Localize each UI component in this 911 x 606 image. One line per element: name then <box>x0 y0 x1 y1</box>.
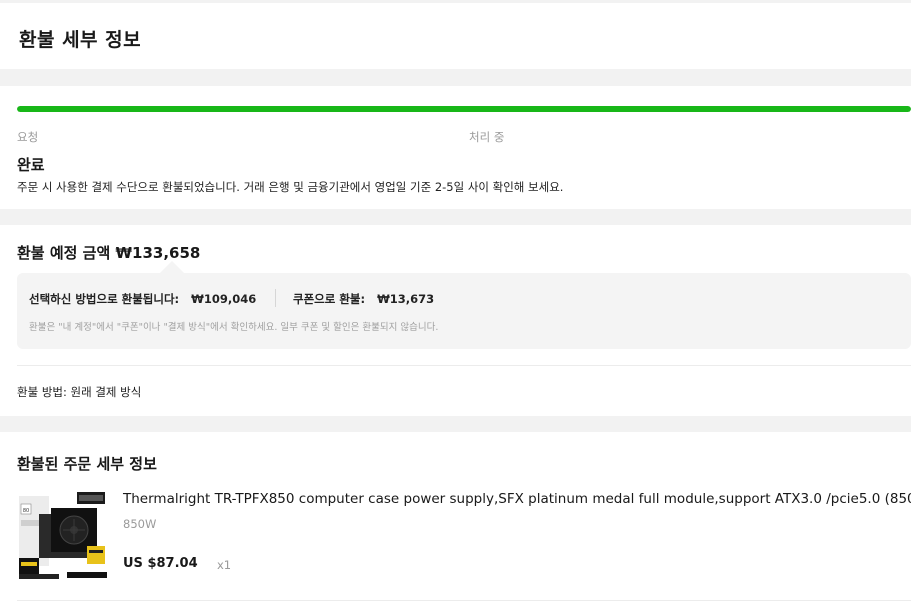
page-title: 환불 세부 정보 <box>19 29 142 51</box>
product-variant: 850W <box>123 517 157 531</box>
refund-breakdown-box: 선택하신 방법으로 환불됩니다: ₩109,046 쿠폰으로 환불: ₩13,673… <box>17 273 911 349</box>
header: 환불 세부 정보 <box>0 3 911 69</box>
power-supply-image[interactable]: 80 <box>17 490 107 580</box>
method-refund-value: ₩109,046 <box>191 292 257 306</box>
refund-note: 환불은 "내 계정"에서 "쿠폰"이나 "결제 방식"에서 확인하세요. 일부 … <box>29 322 439 333</box>
svg-text:80: 80 <box>23 508 29 514</box>
coupon-refund-label: 쿠폰으로 환불: <box>293 292 366 306</box>
caret-icon <box>160 261 184 273</box>
step-processing-label: 처리 중 <box>469 130 505 144</box>
order-section-title: 환불된 주문 세부 정보 <box>17 455 157 473</box>
divider <box>17 600 911 601</box>
refund-amount-card: 환불 예정 금액 ₩133,658 선택하신 방법으로 환불됩니다: ₩109,0… <box>0 225 911 416</box>
product-price: US $87.04 <box>123 556 198 571</box>
product-name-link[interactable]: Thermalright TR-TPFX850 computer case po… <box>123 491 911 507</box>
coupon-refund-row: 쿠폰으로 환불: ₩13,673 <box>293 291 434 307</box>
step-request-label: 요청 <box>17 130 39 144</box>
refund-status-card: 요청 처리 중 완료 주문 시 사용한 결제 수단으로 환불되었습니다. 거래 … <box>0 86 911 209</box>
method-refund-row: 선택하신 방법으로 환불됩니다: ₩109,046 <box>29 291 256 307</box>
refund-amount-title: 환불 예정 금액 ₩133,658 <box>17 244 201 262</box>
status-description: 주문 시 사용한 결제 수단으로 환불되었습니다. 거래 은행 및 금융기관에서… <box>17 180 564 194</box>
coupon-refund-value: ₩13,673 <box>377 292 435 306</box>
method-refund-label: 선택하신 방법으로 환불됩니다: <box>29 292 180 306</box>
refunded-order-card: 환불된 주문 세부 정보 80 Thermalright TR-TPFX850 … <box>0 432 911 606</box>
divider <box>17 365 911 366</box>
divider <box>275 289 276 307</box>
progress-fill <box>17 106 911 112</box>
product-quantity: x1 <box>217 558 232 572</box>
refund-method-text: 환불 방법: 원래 결제 방식 <box>17 385 142 399</box>
progress-bar <box>17 106 911 112</box>
status-title: 완료 <box>17 156 45 174</box>
